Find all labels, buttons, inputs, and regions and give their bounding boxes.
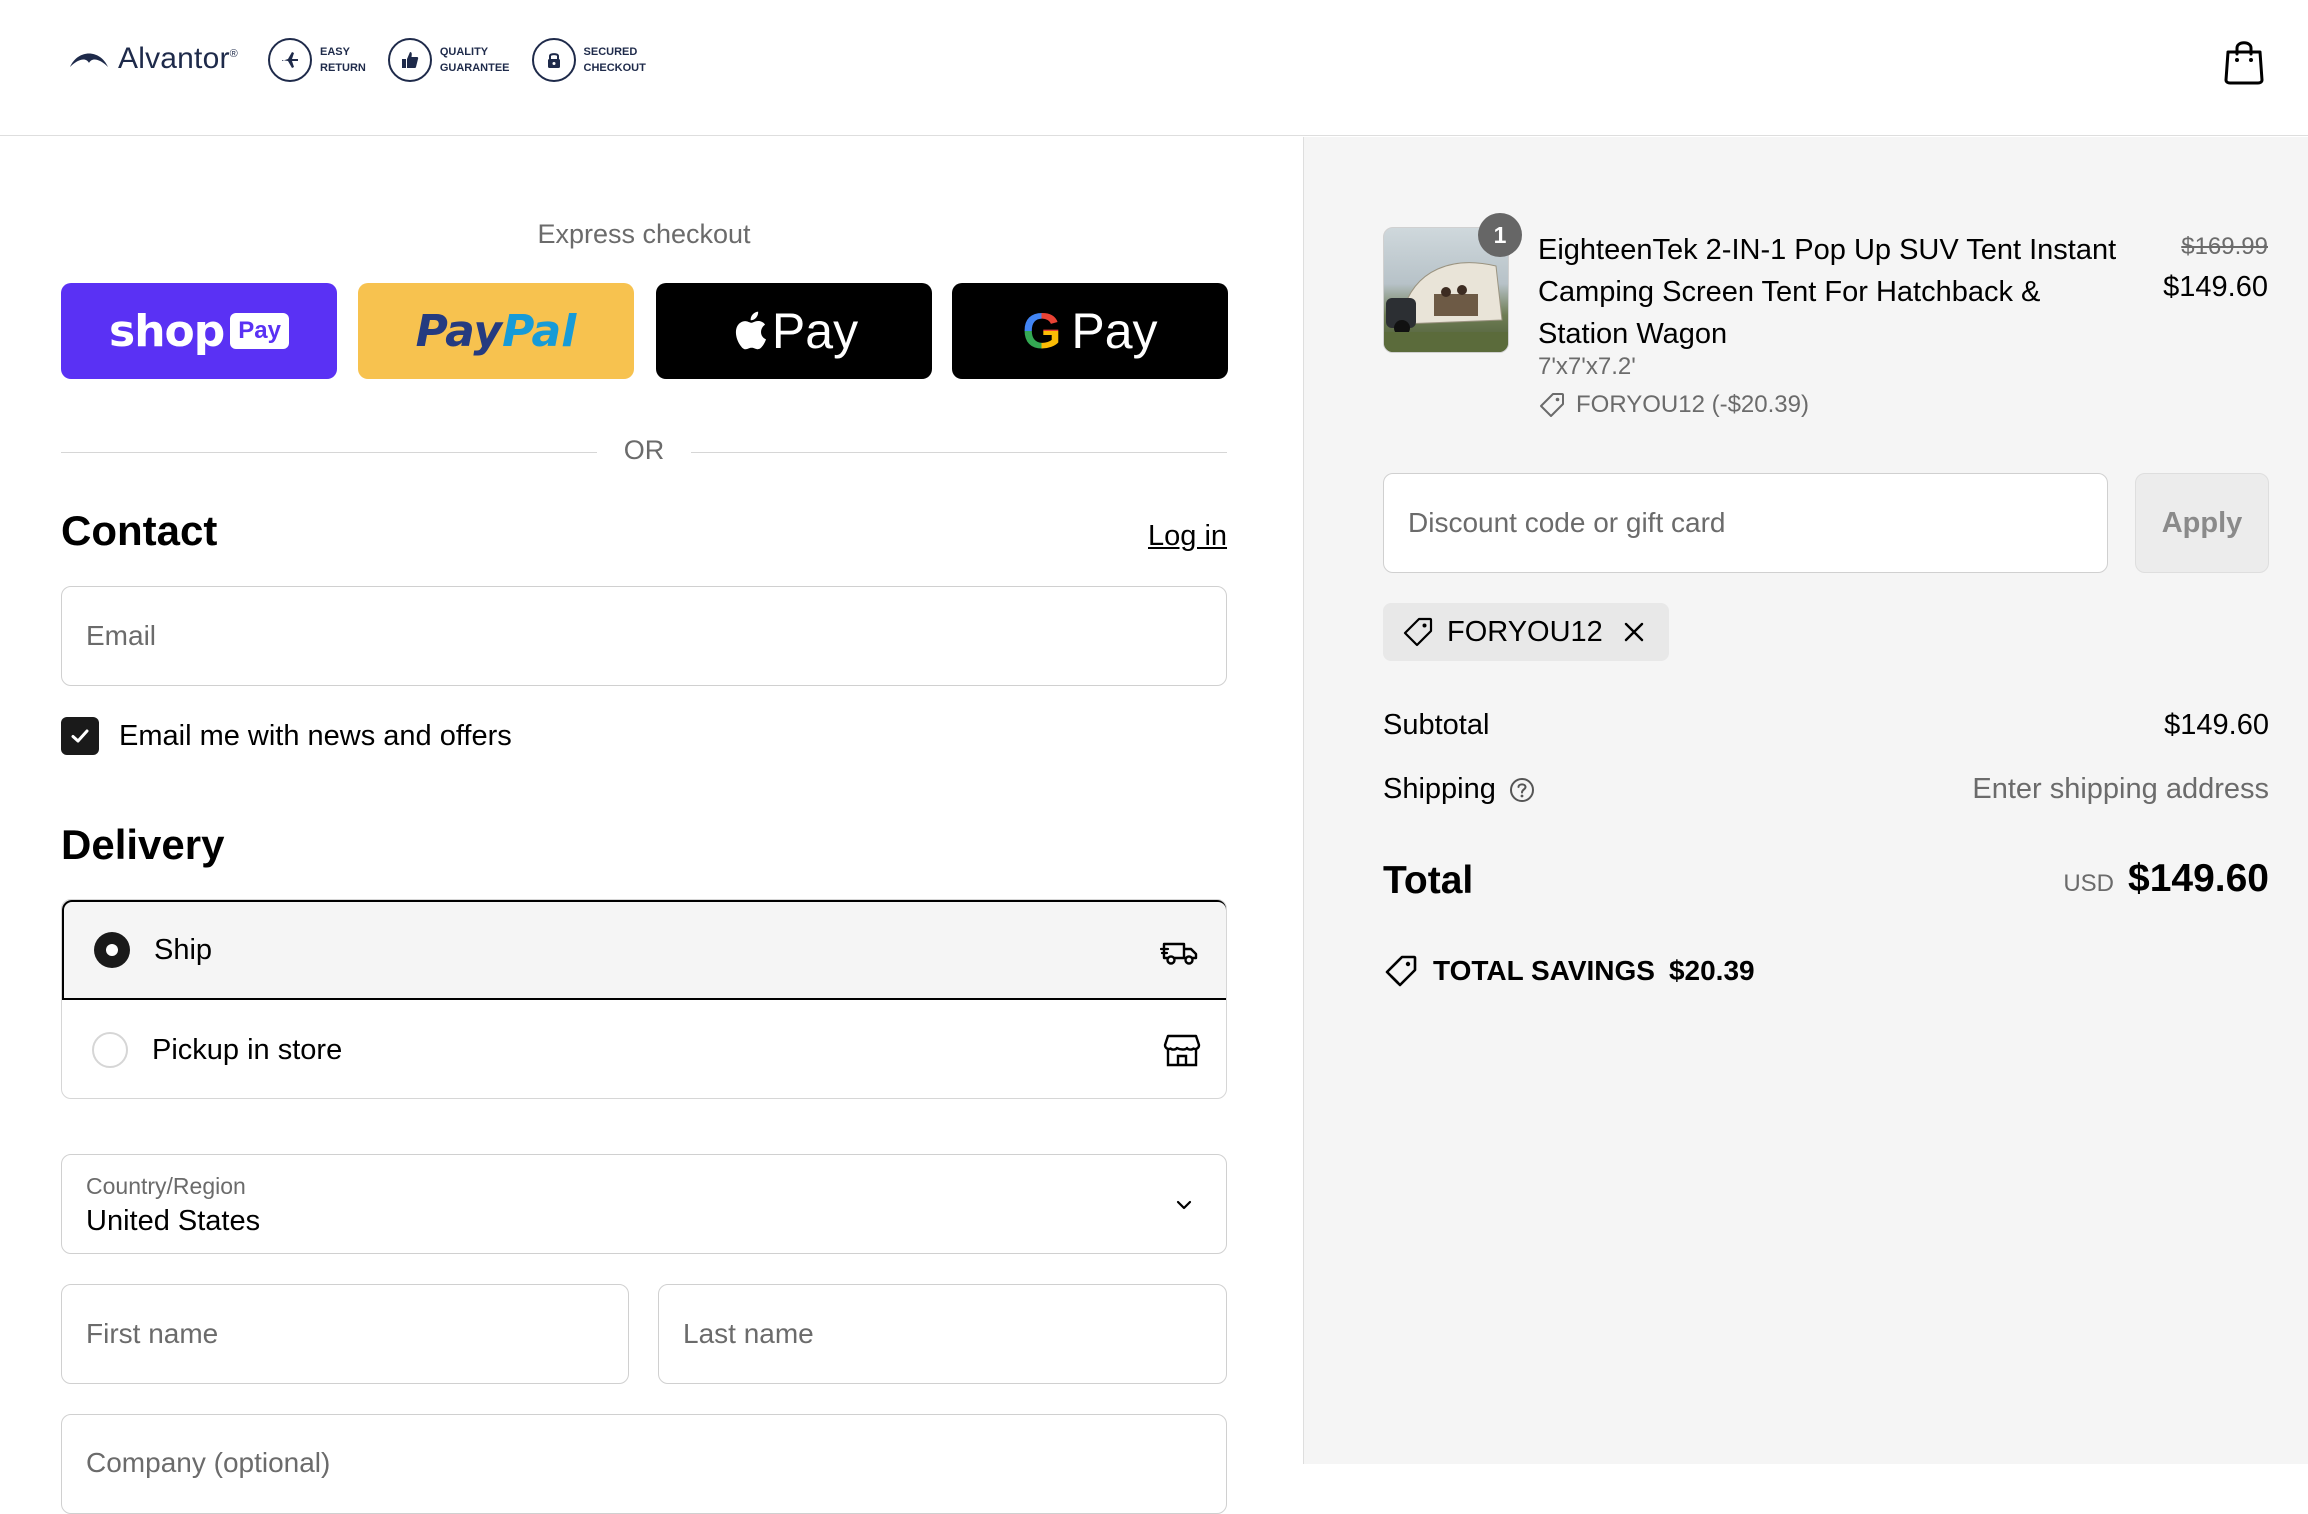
or-label: OR [623, 435, 665, 465]
savings-value: $20.39 [1668, 955, 1755, 986]
country-label: Country/Region [86, 1173, 246, 1199]
apply-discount-button[interactable]: Apply [2135, 473, 2269, 573]
currency-code: USD [2063, 870, 2115, 897]
tag-icon [1540, 393, 1564, 417]
checkmark-icon [71, 729, 89, 743]
company-placeholder: Company (optional) [86, 1447, 331, 1478]
subtotal-value: $149.60 [2164, 709, 2269, 741]
last-name-placeholder: Last name [683, 1318, 814, 1349]
checkout-form-column: Express checkout shop Pay PayPal Pay G P… [0, 137, 1304, 1514]
current-price: $149.60 [2163, 271, 2268, 303]
badge-line: GUARANTEE [439, 62, 510, 74]
discount-placeholder: Discount code or gift card [1408, 507, 1726, 538]
product-title: EighteenTek 2-IN-1 Pop Up SUV Tent Insta… [1538, 234, 2117, 350]
thumbs-up-icon [387, 38, 432, 82]
product-variant: 7'x7'x7.2' [1538, 353, 1636, 380]
email-field[interactable]: Email [61, 586, 1227, 686]
newsletter-checkbox[interactable] [61, 717, 99, 755]
brand-name: Alvantor® [118, 42, 238, 75]
paypal-button[interactable]: PayPal [358, 283, 634, 379]
total-savings: TOTAL SAVINGS $20.39 [1383, 953, 1755, 989]
shopping-bag-icon[interactable] [2222, 38, 2266, 86]
close-icon[interactable] [1621, 619, 1647, 645]
total-row: Total USD $149.60 [1383, 857, 2269, 907]
help-icon[interactable] [1508, 776, 1536, 804]
tag-icon [1403, 617, 1433, 647]
applied-code-text: FORYOU12 [1447, 615, 1603, 648]
plane-icon [268, 38, 312, 82]
country-select[interactable]: Country/Region United States [61, 1154, 1227, 1254]
chevron-down-icon [1176, 1200, 1192, 1210]
truck-icon [1160, 942, 1198, 965]
order-summary: 1 EighteenTek 2-IN-1 Pop Up SUV Tent Ins… [1303, 137, 2308, 1464]
shipping-label-group: Shipping [1383, 773, 1536, 806]
product-discount-text: FORYOU12 (-$20.39) [1576, 391, 1809, 418]
apple-icon [735, 311, 766, 350]
newsletter-label: Email me with news and offers [119, 719, 512, 752]
savings-tag-icon [1385, 955, 1417, 987]
delivery-option-label: Ship [154, 933, 213, 966]
or-divider: OR [61, 433, 1227, 473]
original-price: $169.99 [2181, 233, 2268, 260]
delivery-option-pickup[interactable]: Pickup in store [62, 1000, 1226, 1098]
google-pay-wordmark: G Pay [1022, 302, 1157, 360]
shop-pay-tag: Pay [230, 313, 289, 349]
first-name-field[interactable]: First name [61, 1284, 629, 1384]
newsletter-option[interactable]: Email me with news and offers [61, 717, 512, 755]
first-name-placeholder: First name [86, 1318, 219, 1349]
badge-line: CHECKOUT [583, 62, 646, 74]
radio-pickup[interactable] [92, 1032, 128, 1068]
google-pay-label: Pay [1071, 303, 1158, 359]
lock-icon [531, 38, 576, 82]
last-name-field[interactable]: Last name [658, 1284, 1227, 1384]
apple-pay-wordmark: Pay [730, 302, 858, 360]
shipping-label: Shipping [1383, 773, 1496, 805]
total-amount-group: USD $149.60 [2063, 857, 2269, 901]
badge-secured-checkout: SECURED CHECKOUT [531, 38, 646, 82]
shop-pay-wordmark: shop [109, 305, 225, 357]
google-pay-button[interactable]: G Pay [952, 283, 1228, 379]
google-g-icon: G [1022, 303, 1062, 359]
country-value: United States [86, 1205, 261, 1237]
discount-code-input[interactable]: Discount code or gift card [1383, 473, 2108, 573]
email-placeholder: Email [86, 620, 157, 651]
radio-ship[interactable] [94, 932, 130, 968]
savings-label: TOTAL SAVINGS [1433, 955, 1655, 986]
delivery-option-ship[interactable]: Ship [62, 900, 1226, 1000]
badge-line: SECURED [583, 46, 638, 58]
total-label: Total [1383, 859, 1474, 902]
apple-pay-button[interactable]: Pay [656, 283, 932, 379]
company-field[interactable]: Company (optional) [61, 1414, 1227, 1514]
badge-quality-guarantee: QUALITY GUARANTEE [387, 38, 510, 82]
delivery-method-group: Ship Pickup in store [61, 899, 1227, 1099]
total-value: $149.60 [2128, 857, 2269, 900]
delivery-option-label: Pickup in store [152, 1033, 343, 1066]
product-discount: FORYOU12 (-$20.39) [1538, 391, 1809, 419]
applied-discount-tag: FORYOU12 [1383, 603, 1669, 661]
delivery-heading: Delivery [61, 821, 225, 868]
brand-mark-icon [70, 53, 108, 67]
contact-heading: Contact [61, 507, 218, 554]
badge-line: EASY [320, 46, 350, 58]
store-icon [1163, 1034, 1201, 1067]
apple-pay-label: Pay [771, 303, 859, 359]
paypal-wordmark: PayPal [415, 305, 577, 357]
login-link[interactable]: Log in [1148, 520, 1227, 553]
checkout-header: Alvantor® EASY RETURN QUALITY GUARANTEE SE… [0, 0, 2308, 136]
badge-line: RETURN [320, 62, 366, 74]
express-checkout-title: Express checkout [537, 219, 751, 249]
badge-line: QUALITY [439, 46, 489, 58]
quantity-badge: 1 [1478, 213, 1522, 257]
badge-easy-return: EASY RETURN [268, 38, 366, 82]
shop-pay-button[interactable]: shop Pay [61, 283, 337, 379]
brand-logo[interactable]: Alvantor® [68, 42, 238, 76]
shipping-value: Enter shipping address [1972, 773, 2269, 805]
trust-badges: EASY RETURN QUALITY GUARANTEE SECURED CHECK… [268, 38, 668, 82]
subtotal-label: Subtotal [1383, 709, 1490, 741]
